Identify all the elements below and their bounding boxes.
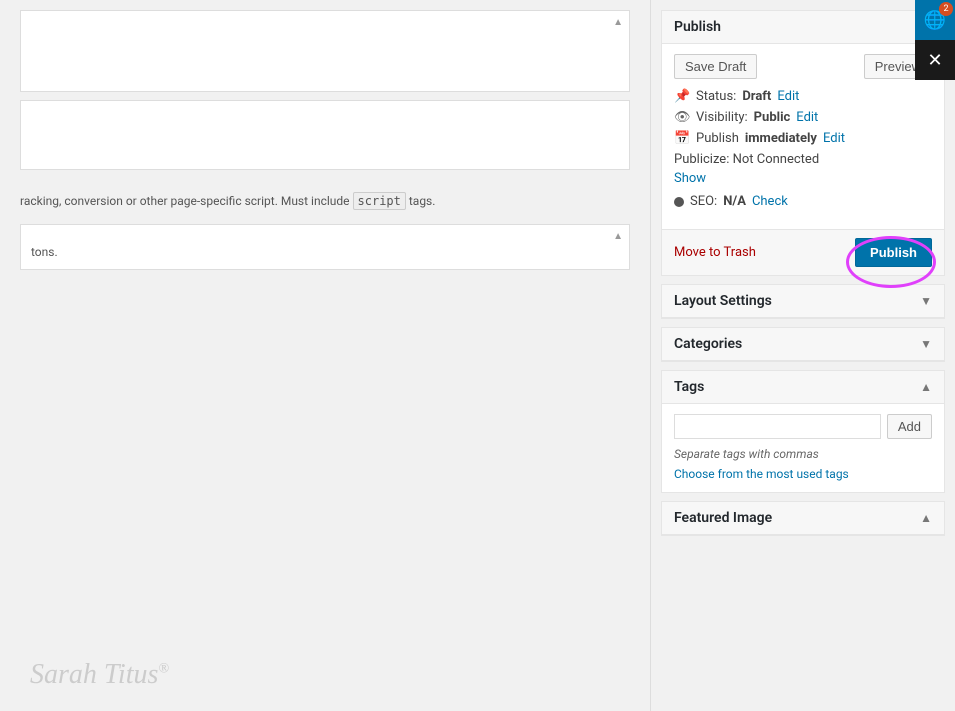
featured-image-box: Featured Image ▲ [661, 501, 945, 536]
block2-text: tons. [31, 235, 619, 259]
tags-choose-link[interactable]: Choose from the most used tags [674, 467, 849, 481]
move-to-trash-link[interactable]: Move to Trash [674, 245, 756, 260]
publish-box: Publish Save Draft Preview 📌 Status: Dra… [661, 10, 945, 276]
status-edit-link[interactable]: Edit [777, 89, 799, 104]
watermark: Sarah Titus® [30, 659, 169, 691]
seo-dot [674, 197, 684, 207]
pin-icon: 📌 [674, 89, 690, 104]
tags-input[interactable] [674, 414, 881, 439]
scroll-arrow-1: ▲ [613, 17, 623, 28]
tags-input-row: Add [674, 414, 932, 439]
script-hint-prefix: racking, conversion or other page-specif… [20, 194, 350, 208]
visibility-value: Public [754, 110, 791, 125]
tags-title: Tags [674, 379, 704, 395]
seo-row: SEO: N/A Check [674, 194, 932, 209]
visibility-label: Visibility: [696, 110, 748, 125]
seo-value: N/A [723, 194, 746, 209]
publish-time-label: Publish [696, 131, 739, 146]
tags-box: Tags ▲ Add Separate tags with commas Cho… [661, 370, 945, 493]
layout-settings-box: Layout Settings ▼ [661, 284, 945, 319]
publish-title: Publish [674, 19, 721, 35]
tags-add-button[interactable]: Add [887, 414, 932, 439]
publicize-label: Publicize: Not Connected [674, 152, 819, 167]
publish-button[interactable]: Publish [855, 238, 932, 267]
tags-header[interactable]: Tags ▲ [662, 371, 944, 404]
script-hint: racking, conversion or other page-specif… [20, 190, 630, 212]
publicize-show-link[interactable]: Show [674, 171, 706, 186]
seo-check-link[interactable]: Check [752, 194, 788, 209]
status-value: Draft [742, 89, 771, 104]
publish-header: Publish [662, 11, 944, 44]
content-block-1-inner: ▲ [21, 11, 629, 91]
featured-image-header[interactable]: Featured Image ▲ [662, 502, 944, 535]
layout-settings-arrow: ▼ [920, 294, 932, 308]
script-textarea[interactable] [20, 100, 630, 170]
script-hint-suffix: tags. [409, 194, 436, 208]
script-tag: script [353, 192, 406, 210]
sidebar: 🌐 2 ✕ Publish Save Draft Preview 📌 Statu… [650, 0, 955, 711]
categories-title: Categories [674, 336, 742, 352]
layout-settings-title: Layout Settings [674, 293, 772, 309]
publish-time-value: immediately [745, 131, 817, 146]
textarea-wrapper [20, 100, 630, 182]
eye-icon: 👁 [674, 110, 690, 125]
globe-icon-button[interactable]: 🌐 2 [915, 0, 955, 40]
top-icons: 🌐 2 ✕ [915, 0, 955, 80]
scroll-arrow-2: ▲ [613, 231, 623, 242]
close-icon: ✕ [927, 50, 942, 71]
tags-arrow: ▲ [920, 380, 932, 394]
publicize-row: Publicize: Not Connected [674, 152, 932, 167]
publish-body: Save Draft Preview 📌 Status: Draft Edit … [662, 44, 944, 229]
publicize-show-row: Show [674, 171, 932, 186]
tags-hint: Separate tags with commas [674, 447, 932, 461]
featured-image-title: Featured Image [674, 510, 772, 526]
featured-image-arrow: ▲ [920, 511, 932, 525]
seo-label: SEO: [690, 194, 717, 209]
notification-badge: 2 [939, 2, 953, 16]
status-row: 📌 Status: Draft Edit [674, 89, 932, 104]
content-block-2: ▲ tons. [20, 224, 630, 270]
save-draft-button[interactable]: Save Draft [674, 54, 757, 79]
publish-time-edit-link[interactable]: Edit [823, 131, 845, 146]
main-content-area: ▲ racking, conversion or other page-spec… [0, 0, 650, 711]
layout-settings-header[interactable]: Layout Settings ▼ [662, 285, 944, 318]
categories-header[interactable]: Categories ▼ [662, 328, 944, 361]
calendar-icon: 📅 [674, 131, 690, 146]
publish-time-row: 📅 Publish immediately Edit [674, 131, 932, 146]
publish-actions: Save Draft Preview [674, 54, 932, 79]
categories-arrow: ▼ [920, 337, 932, 351]
status-label: Status: [696, 89, 736, 104]
visibility-row: 👁 Visibility: Public Edit [674, 110, 932, 125]
publish-footer: Move to Trash Publish [662, 229, 944, 275]
close-button[interactable]: ✕ [915, 40, 955, 80]
content-block-1: ▲ [20, 10, 630, 92]
visibility-edit-link[interactable]: Edit [796, 110, 818, 125]
tags-body: Add Separate tags with commas Choose fro… [662, 404, 944, 492]
categories-box: Categories ▼ [661, 327, 945, 362]
